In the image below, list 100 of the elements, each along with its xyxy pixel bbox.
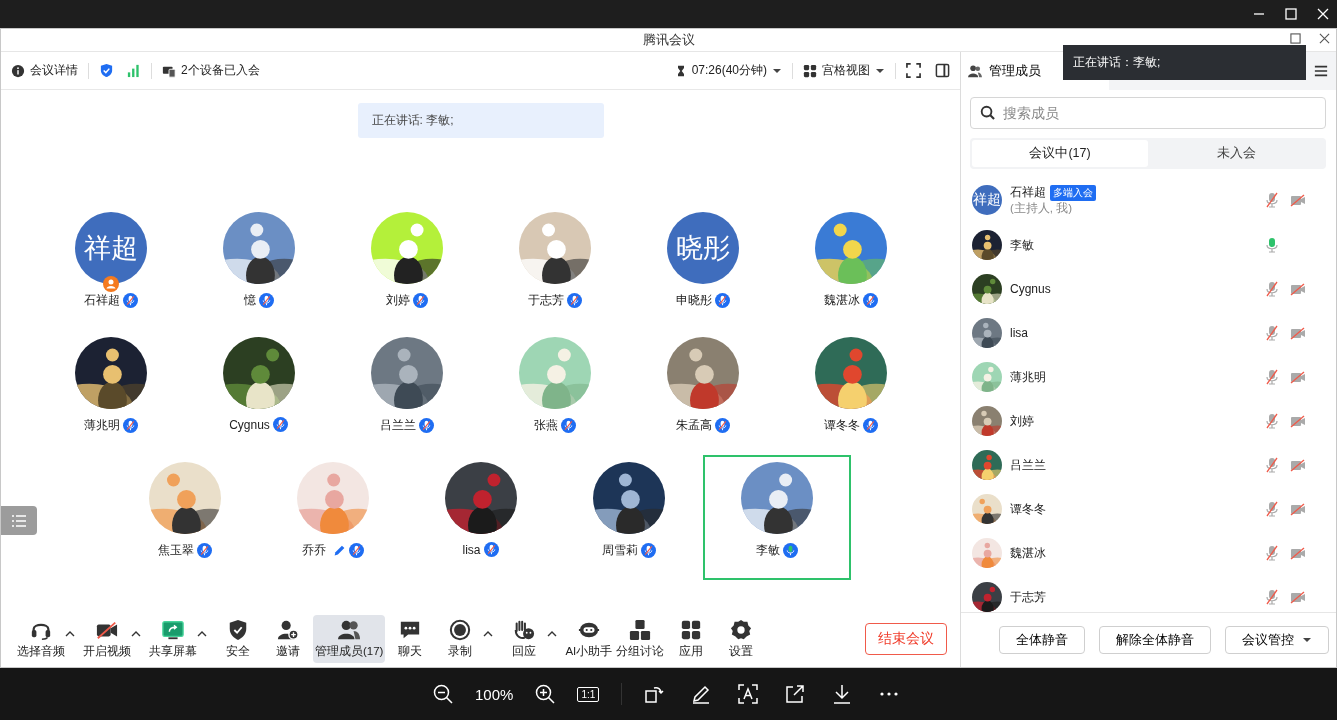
camera-off-icon[interactable] bbox=[1290, 545, 1306, 561]
toolbar-button[interactable]: 开启视频 bbox=[81, 615, 133, 663]
toolbar-button[interactable]: 共享屏幕 bbox=[147, 615, 199, 663]
speaking-banner: 正在讲话: 李敏; bbox=[357, 103, 604, 138]
panel-button[interactable]: 全体静音 bbox=[999, 626, 1085, 654]
member-name: 谭冬冬 bbox=[1010, 500, 1046, 518]
toolbar-button[interactable]: 邀请 bbox=[263, 615, 313, 663]
caret-up-icon[interactable] bbox=[197, 630, 207, 637]
participant-name: 憶 bbox=[243, 292, 256, 309]
camera-off-icon[interactable] bbox=[1290, 413, 1306, 429]
member-row[interactable]: Cygnus bbox=[961, 267, 1336, 311]
toolbar-button[interactable]: 管理成员(17) bbox=[313, 615, 386, 663]
record-icon bbox=[449, 619, 472, 641]
search-field[interactable]: 搜索成员 bbox=[970, 97, 1326, 129]
participant-name: 谭冬冬 bbox=[823, 417, 860, 434]
participant-name: 石祥超 bbox=[83, 292, 120, 309]
toolbar-button[interactable]: 安全 bbox=[213, 615, 263, 663]
speaking-toast: 正在讲话：李敏; bbox=[1063, 45, 1306, 80]
fullscreen-icon[interactable] bbox=[906, 63, 921, 78]
member-row[interactable]: lisa bbox=[961, 311, 1336, 355]
participant-name: 魏湛冰 bbox=[823, 292, 860, 309]
member-name: 于志芳 bbox=[1010, 588, 1046, 606]
muted-microphone-icon[interactable] bbox=[1264, 545, 1280, 561]
hand-icon bbox=[513, 619, 536, 641]
caret-up-icon[interactable] bbox=[65, 630, 75, 637]
caret-icon bbox=[1302, 635, 1312, 645]
member-row[interactable]: 于志芳 bbox=[961, 575, 1336, 612]
member-name: 吕兰兰 bbox=[1010, 456, 1046, 474]
toolbar-button[interactable]: 应用 bbox=[666, 615, 717, 663]
avatar: 晓彤 bbox=[666, 212, 739, 284]
close-icon[interactable] bbox=[1319, 33, 1330, 44]
toolbar-button[interactable]: 分组讨论 bbox=[614, 615, 667, 663]
pencil-icon[interactable] bbox=[691, 684, 712, 704]
meeting-timer[interactable]: 07:26(40分钟) bbox=[691, 62, 767, 79]
member-row[interactable]: 薄兆明 bbox=[961, 355, 1336, 399]
text-scan-icon[interactable] bbox=[738, 684, 759, 704]
segment-tab[interactable]: 会议中(17) bbox=[972, 140, 1148, 167]
toolbar-button[interactable]: 回应 bbox=[499, 615, 550, 663]
view-dropdown[interactable]: 宫格视图 bbox=[822, 62, 870, 79]
participant-name: 张燕 bbox=[533, 417, 558, 434]
participant-name: 吕兰兰 bbox=[379, 417, 416, 434]
segment-tab[interactable]: 未入会 bbox=[1148, 140, 1324, 167]
participant-name: 乔乔 bbox=[301, 542, 326, 559]
camera-off-icon[interactable] bbox=[1290, 501, 1306, 517]
muted-microphone-icon[interactable] bbox=[1264, 501, 1280, 517]
member-row[interactable]: 祥超 石祥超 多端入会 (主持人, 我) bbox=[961, 177, 1336, 223]
device-tag: 多端入会 bbox=[1050, 184, 1096, 201]
muted-microphone-icon[interactable] bbox=[1264, 413, 1280, 429]
apps-icon bbox=[680, 619, 703, 641]
member-row[interactable]: 吕兰兰 bbox=[961, 443, 1336, 487]
participant-name: 周雪莉 bbox=[601, 542, 638, 559]
camera-off-icon[interactable] bbox=[1290, 281, 1306, 297]
camera-off-icon[interactable] bbox=[1290, 457, 1306, 473]
toolbar-button[interactable]: AI小助手 bbox=[563, 615, 615, 663]
camera-off-icon[interactable] bbox=[1290, 325, 1306, 341]
zoom-in-icon[interactable] bbox=[535, 684, 556, 704]
sidebar-icon[interactable] bbox=[935, 63, 950, 78]
zoom-level: 100% bbox=[475, 685, 514, 703]
muted-microphone-icon[interactable] bbox=[1264, 325, 1280, 341]
download-icon[interactable] bbox=[832, 684, 853, 704]
more-icon[interactable] bbox=[879, 691, 900, 697]
shield-icon[interactable] bbox=[99, 63, 114, 78]
toolbar-button[interactable]: 录制 bbox=[435, 615, 486, 663]
caret-up-icon[interactable] bbox=[483, 630, 494, 637]
people-icon bbox=[967, 63, 983, 79]
member-name: lisa bbox=[1010, 326, 1028, 340]
end-meeting-button[interactable]: 结束会议 bbox=[865, 623, 947, 655]
camera-off-icon[interactable] bbox=[1290, 192, 1306, 208]
caret-up-icon[interactable] bbox=[547, 630, 558, 637]
toolbar-button[interactable]: 设置 bbox=[716, 615, 767, 663]
muted-microphone-icon[interactable] bbox=[1264, 192, 1280, 208]
muted-microphone-icon[interactable] bbox=[1264, 589, 1280, 605]
toolbar-button[interactable]: 选择音频 bbox=[15, 615, 67, 663]
zoom-out-icon[interactable] bbox=[433, 684, 453, 704]
dropdown-button[interactable]: 会议管控 bbox=[1225, 626, 1329, 654]
search-icon bbox=[980, 105, 995, 120]
camera-off-icon[interactable] bbox=[1290, 589, 1306, 605]
member-row[interactable]: 魏湛冰 bbox=[961, 531, 1336, 575]
menu-icon[interactable] bbox=[1314, 64, 1328, 78]
camera-off-icon[interactable] bbox=[1290, 369, 1306, 385]
toolbar-button[interactable]: 聊天 bbox=[385, 615, 436, 663]
member-row[interactable]: 刘婷 bbox=[961, 399, 1336, 443]
chat-icon bbox=[399, 619, 422, 641]
list-toggle-button[interactable] bbox=[1, 506, 37, 535]
muted-microphone-icon[interactable] bbox=[1264, 457, 1280, 473]
rotate-icon[interactable] bbox=[644, 684, 665, 704]
share-icon[interactable] bbox=[785, 684, 806, 704]
window-title: 腾讯会议 bbox=[642, 31, 695, 49]
meeting-details-link[interactable]: 会议详情 bbox=[30, 62, 78, 79]
caret-up-icon[interactable] bbox=[131, 630, 141, 637]
muted-microphone-icon[interactable] bbox=[1264, 281, 1280, 297]
member-name: 李敏 bbox=[1010, 236, 1034, 254]
member-row[interactable]: 李敏 bbox=[961, 223, 1336, 267]
participant-name: 朱孟高 bbox=[675, 417, 712, 434]
devices-link[interactable]: 2个设备已入会 bbox=[181, 62, 260, 79]
member-row[interactable]: 谭冬冬 bbox=[961, 487, 1336, 531]
actual-size-button[interactable]: 1:1 bbox=[577, 686, 600, 702]
panel-button[interactable]: 解除全体静音 bbox=[1099, 626, 1211, 654]
muted-microphone-icon[interactable] bbox=[1264, 369, 1280, 385]
member-name: 石祥超 bbox=[1010, 184, 1046, 201]
